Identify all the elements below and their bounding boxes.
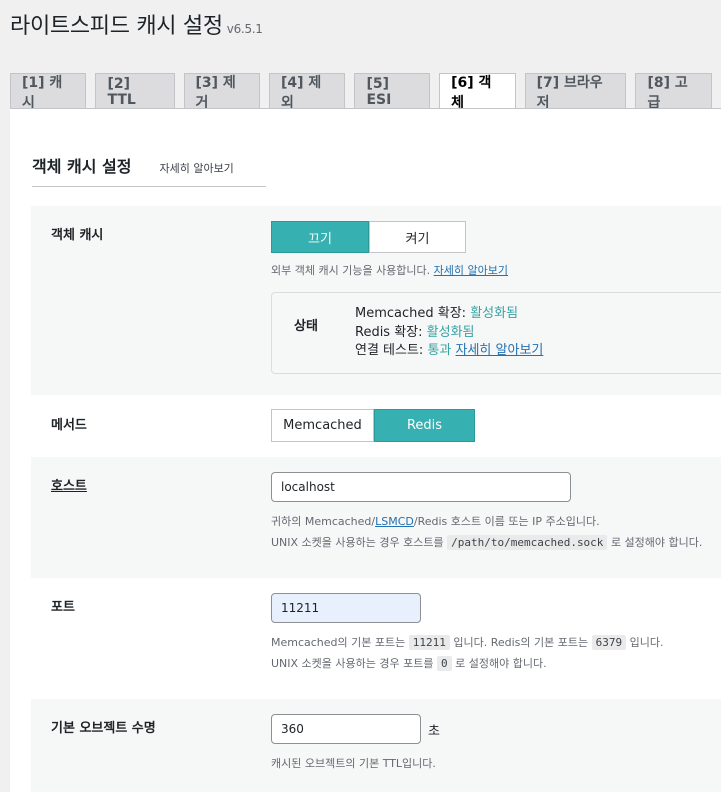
ttl-row: 기본 오브젝트 수명 360 초 캐시된 오브젝트의 기본 TTL입니다. (31, 699, 721, 792)
port-desc1-c: 입니다. (629, 636, 664, 649)
port-desc-line2: UNIX 소켓을 사용하는 경우 포트를 0 로 설정해야 합니다. (271, 653, 664, 674)
settings-tabs: [1] 캐시 [2] TTL [3] 제거 [4] 제외 [5] ESI [6]… (10, 73, 721, 111)
port-zero-code: 0 (437, 656, 452, 671)
object-cache-desc-text: 외부 객체 캐시 기능을 사용합니다. (271, 264, 431, 277)
port-row: 포트 11211 Memcached의 기본 포트는 11211 입니다. Re… (31, 578, 721, 699)
port-desc: Memcached의 기본 포트는 11211 입니다. Redis의 기본 포… (271, 632, 664, 674)
tab-esi[interactable]: [5] ESI (354, 73, 431, 109)
status-redis-label: Redis 확장: (355, 324, 423, 340)
host-label: 호스트 (51, 479, 87, 494)
port-memcached-code: 11211 (408, 635, 450, 650)
tab-browser[interactable]: [7] 브라우저 (524, 73, 627, 111)
tab-cache[interactable]: [1] 캐시 (10, 73, 87, 111)
method-label: 메서드 (51, 418, 87, 433)
port-desc1-b: 입니다. Redis의 기본 포트는 (453, 636, 589, 649)
tab-ttl[interactable]: [2] TTL (95, 73, 175, 109)
status-connection-value: 통과 (427, 343, 452, 358)
status-box: 상태 Memcached 확장: 활성화됨 Redis 확장: 활성화됨 연결 … (271, 292, 721, 374)
method-redis-option[interactable]: Redis (374, 409, 475, 442)
object-cache-on-option[interactable]: 켜기 (369, 221, 466, 253)
tab-object[interactable]: [6] 객체 (439, 73, 516, 111)
port-desc2-a: UNIX 소켓을 사용하는 경우 포트를 (271, 657, 434, 670)
section-title: 객체 캐시 설정 (32, 157, 132, 176)
status-connection-label: 연결 테스트: (355, 343, 424, 358)
lsmcd-link[interactable]: LSMCD (375, 515, 414, 528)
status-learn-more-link[interactable]: 자세히 알아보기 (456, 343, 544, 358)
object-cache-off-option[interactable]: 끄기 (271, 221, 369, 253)
status-memcached-line: Memcached 확장: 활성화됨 (355, 305, 543, 324)
method-toggle: Memcached Redis (271, 409, 475, 442)
status-redis-line: Redis 확장: 활성화됨 (355, 324, 543, 343)
page-title: 라이트스피드 캐시 설정 v6.5.1 (10, 8, 263, 40)
version-badge: v6.5.1 (226, 22, 263, 36)
method-memcached-option[interactable]: Memcached (271, 409, 374, 442)
object-cache-desc: 외부 객체 캐시 기능을 사용합니다. 자세히 알아보기 (271, 260, 508, 281)
status-memcached-value: 활성화됨 (470, 306, 519, 321)
port-redis-code: 6379 (591, 635, 627, 650)
settings-panel: 객체 캐시 설정 자세히 알아보기 객체 캐시 끄기 켜기 외부 객체 캐시 기능… (10, 109, 721, 792)
host-row: 호스트 localhost 귀하의 Memcached/LSMCD/Redis … (31, 457, 721, 578)
status-connection-line: 연결 테스트: 통과 자세히 알아보기 (355, 342, 543, 361)
status-redis-value: 활성화됨 (426, 324, 475, 340)
tab-purge[interactable]: [3] 제거 (183, 73, 260, 111)
object-cache-label: 객체 캐시 (51, 228, 104, 243)
status-memcached-label: Memcached 확장: (355, 306, 467, 321)
section-heading: 객체 캐시 설정 자세히 알아보기 (32, 153, 266, 187)
host-desc2-b: 로 설정해야 합니다. (610, 536, 703, 549)
host-desc-line2: UNIX 소켓을 사용하는 경우 호스트를 /path/to/memcached… (271, 532, 702, 553)
host-socket-code: /path/to/memcached.sock (447, 535, 608, 550)
tab-excludes[interactable]: [4] 제외 (269, 73, 346, 111)
port-desc2-b: 로 설정해야 합니다. (455, 657, 547, 670)
host-desc-line1: 귀하의 Memcached/LSMCD/Redis 호스트 이름 또는 IP 주… (271, 511, 702, 532)
host-input[interactable]: localhost (271, 472, 571, 502)
host-desc1-a: 귀하의 Memcached/ (271, 515, 376, 528)
object-cache-row: 객체 캐시 끄기 켜기 외부 객체 캐시 기능을 사용합니다. 자세히 알아보기… (31, 206, 721, 395)
host-desc1-b: /Redis 호스트 이름 또는 IP 주소입니다. (413, 515, 600, 528)
status-label: 상태 (294, 319, 318, 334)
section-learn-more-link[interactable]: 자세히 알아보기 (159, 162, 233, 175)
host-desc2-a: UNIX 소켓을 사용하는 경우 호스트를 (271, 536, 444, 549)
tab-advanced[interactable]: [8] 고급 (635, 73, 712, 111)
object-cache-learn-more-link[interactable]: 자세히 알아보기 (434, 264, 508, 277)
ttl-desc: 캐시된 오브젝트의 기본 TTL입니다. (271, 757, 436, 770)
page-title-text: 라이트스피드 캐시 설정 (10, 14, 223, 39)
host-desc: 귀하의 Memcached/LSMCD/Redis 호스트 이름 또는 IP 주… (271, 511, 702, 553)
port-input[interactable]: 11211 (271, 593, 421, 623)
port-desc1-a: Memcached의 기본 포트는 (271, 636, 406, 649)
port-label: 포트 (51, 600, 75, 615)
ttl-unit: 초 (428, 724, 440, 739)
object-cache-toggle: 끄기 켜기 (271, 221, 466, 253)
ttl-input[interactable]: 360 (271, 714, 421, 744)
port-desc-line1: Memcached의 기본 포트는 11211 입니다. Redis의 기본 포… (271, 632, 664, 653)
ttl-label: 기본 오브젝트 수명 (51, 721, 156, 736)
method-row: 메서드 Memcached Redis (31, 395, 721, 457)
